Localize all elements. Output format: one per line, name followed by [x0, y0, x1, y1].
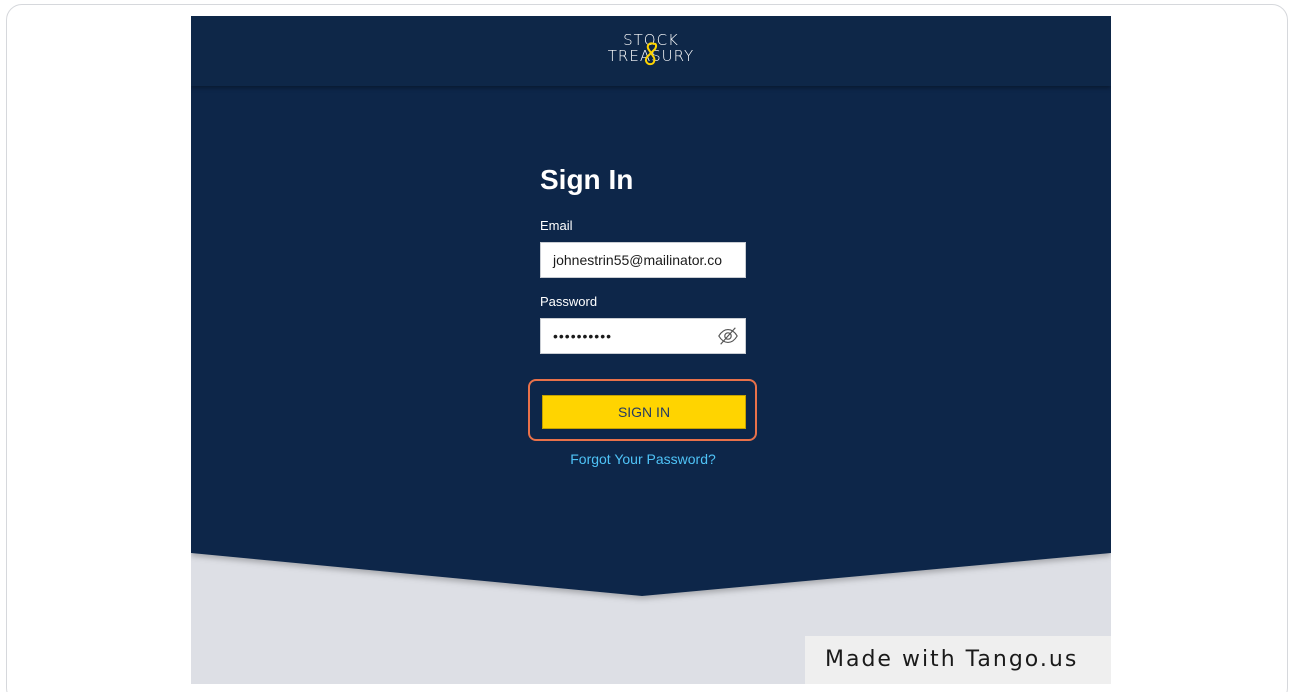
password-label: Password [540, 294, 598, 309]
password-field[interactable]: •••••••••• [540, 318, 746, 354]
forgot-password-link[interactable]: Forgot Your Password? [540, 451, 746, 467]
email-label: Email [540, 218, 573, 233]
eye-slash-icon[interactable] [717, 325, 739, 347]
top-header: STOCK TREASURY [191, 16, 1111, 86]
email-value: johnestrin55@mailinator.co [553, 252, 723, 268]
app-viewport: STOCK TREASURY Sign In Email johnestrin5… [191, 16, 1111, 684]
sign-in-highlight: SIGN IN [528, 379, 757, 441]
infinity-s-icon [644, 42, 658, 66]
sign-in-form: Sign In Email johnestrin55@mailinator.co… [528, 162, 757, 467]
stock-treasury-logo[interactable]: STOCK TREASURY [591, 32, 711, 70]
password-value: •••••••••• [553, 328, 613, 344]
tango-watermark: Made with Tango.us [805, 636, 1111, 684]
email-field[interactable]: johnestrin55@mailinator.co [540, 242, 746, 278]
page-title: Sign In [540, 164, 634, 195]
sign-in-button[interactable]: SIGN IN [542, 395, 746, 429]
